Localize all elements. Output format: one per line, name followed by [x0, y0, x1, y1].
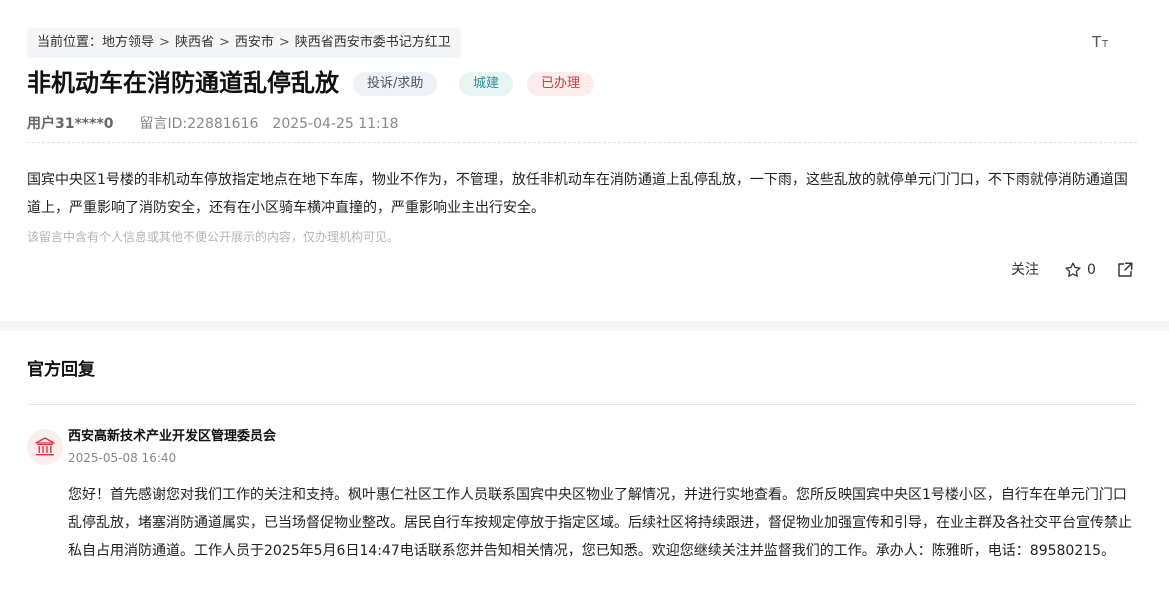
post-content: 国宾中央区1号楼的非机动车停放指定地点在地下车库，物业不作为，不管理，放任非机动… — [27, 172, 1128, 216]
breadcrumb-separator: > — [278, 35, 290, 50]
government-building-icon — [27, 429, 63, 465]
privacy-notice: 该留言中含有个人信息或其他不便公开展示的内容，仅办理机构可见。 — [27, 230, 400, 244]
star-icon — [1064, 261, 1082, 279]
post-datetime: 2025-04-25 11:18 — [272, 116, 399, 132]
follow-button[interactable]: 关注 — [1011, 258, 1039, 282]
share-icon — [1116, 258, 1134, 279]
breadcrumb-item-city[interactable]: 西安市 — [235, 35, 274, 50]
reply-org-name: 西安高新技术产业开发区管理委员会 — [68, 429, 277, 444]
breadcrumb-item-leader[interactable]: 陕西省西安市委书记方红卫 — [295, 35, 451, 50]
reply-divider — [27, 404, 1137, 405]
font-size-icon[interactable]: T T — [1091, 33, 1113, 55]
breadcrumb-item-local-leaders[interactable]: 地方领导 — [102, 35, 154, 50]
dashed-divider — [27, 142, 1137, 143]
post-title: 非机动车在消防通道乱停乱放 — [27, 69, 339, 97]
breadcrumb-item-province[interactable]: 陕西省 — [175, 35, 214, 50]
reply-datetime: 2025-05-08 16:40 — [68, 451, 177, 465]
svg-text:T: T — [1092, 33, 1102, 49]
post-meta: 用户31****0 留言ID:22881616 2025-04-25 11:18 — [27, 115, 399, 133]
star-count: 0 — [1087, 262, 1096, 278]
reply-section-title: 官方回复 — [27, 360, 95, 380]
message-id: 留言ID:22881616 — [139, 116, 259, 132]
post-user: 用户31****0 — [27, 116, 114, 132]
star-button[interactable]: 0 — [1064, 258, 1096, 282]
tag-complaint: 投诉/求助 — [353, 72, 438, 96]
reply-content: 您好！首先感谢您对我们工作的关注和支持。枫叶惠仁社区工作人员联系国宾中央区物业了… — [68, 487, 1132, 559]
breadcrumb: 当前位置：地方领导 > 陕西省 > 西安市 > 陕西省西安市委书记方红卫 — [27, 28, 461, 58]
share-button[interactable] — [1116, 258, 1134, 282]
breadcrumb-prefix: 当前位置： — [37, 35, 103, 50]
tag-status-handled: 已办理 — [527, 72, 595, 96]
breadcrumb-separator: > — [159, 35, 170, 50]
message-card: 当前位置：地方领导 > 陕西省 > 西安市 > 陕西省西安市委书记方红卫 T T 非机动车在… — [0, 0, 1169, 321]
breadcrumb-separator: > — [218, 35, 230, 50]
tag-urban-construction: 城建 — [459, 72, 514, 96]
svg-text:T: T — [1101, 39, 1109, 49]
